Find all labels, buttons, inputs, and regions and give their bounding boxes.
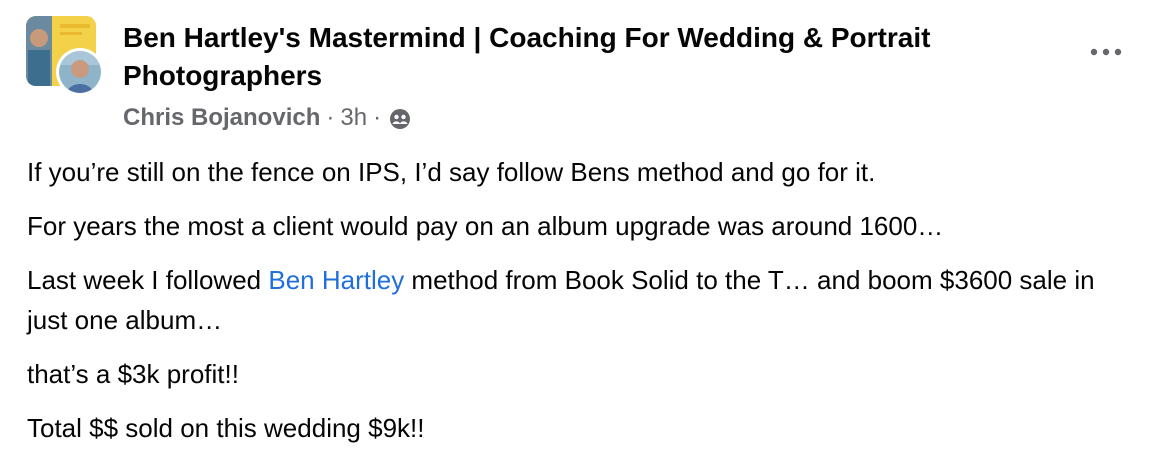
group-name-link[interactable]: Ben Hartley's Mastermind | Coaching For …: [123, 19, 1023, 95]
post-paragraph: that’s a $3k profit!!: [27, 359, 239, 389]
post-paragraph-with-mention: Last week I followed Ben Hartley method …: [27, 260, 1137, 340]
post-text: Last week I followed: [27, 265, 269, 295]
post-paragraph: For years the most a client would pay on…: [27, 211, 944, 241]
meta-separator: ·: [326, 104, 335, 131]
more-options-button[interactable]: [1084, 38, 1128, 66]
post-paragraph: Total $$ sold on this wedding $9k!!: [27, 413, 425, 443]
post-card: Ben Hartley's Mastermind | Coaching For …: [0, 0, 1160, 462]
more-options-icon: [1090, 48, 1122, 56]
post-meta: Chris Bojanovich · 3h ·: [123, 102, 411, 134]
author-avatar[interactable]: [56, 48, 104, 96]
mention-link-ben-hartley[interactable]: Ben Hartley: [268, 265, 404, 295]
avatar-stack[interactable]: [26, 16, 104, 96]
group-audience-icon[interactable]: [389, 107, 411, 129]
post-timestamp[interactable]: 3h: [340, 102, 367, 134]
author-name-link[interactable]: Chris Bojanovich: [123, 102, 320, 134]
post-paragraph: If you’re still on the fence on IPS, I’d…: [27, 157, 876, 187]
post-body: If you’re still on the fence on IPS, I’d…: [27, 152, 1137, 462]
meta-separator: ·: [373, 104, 382, 131]
